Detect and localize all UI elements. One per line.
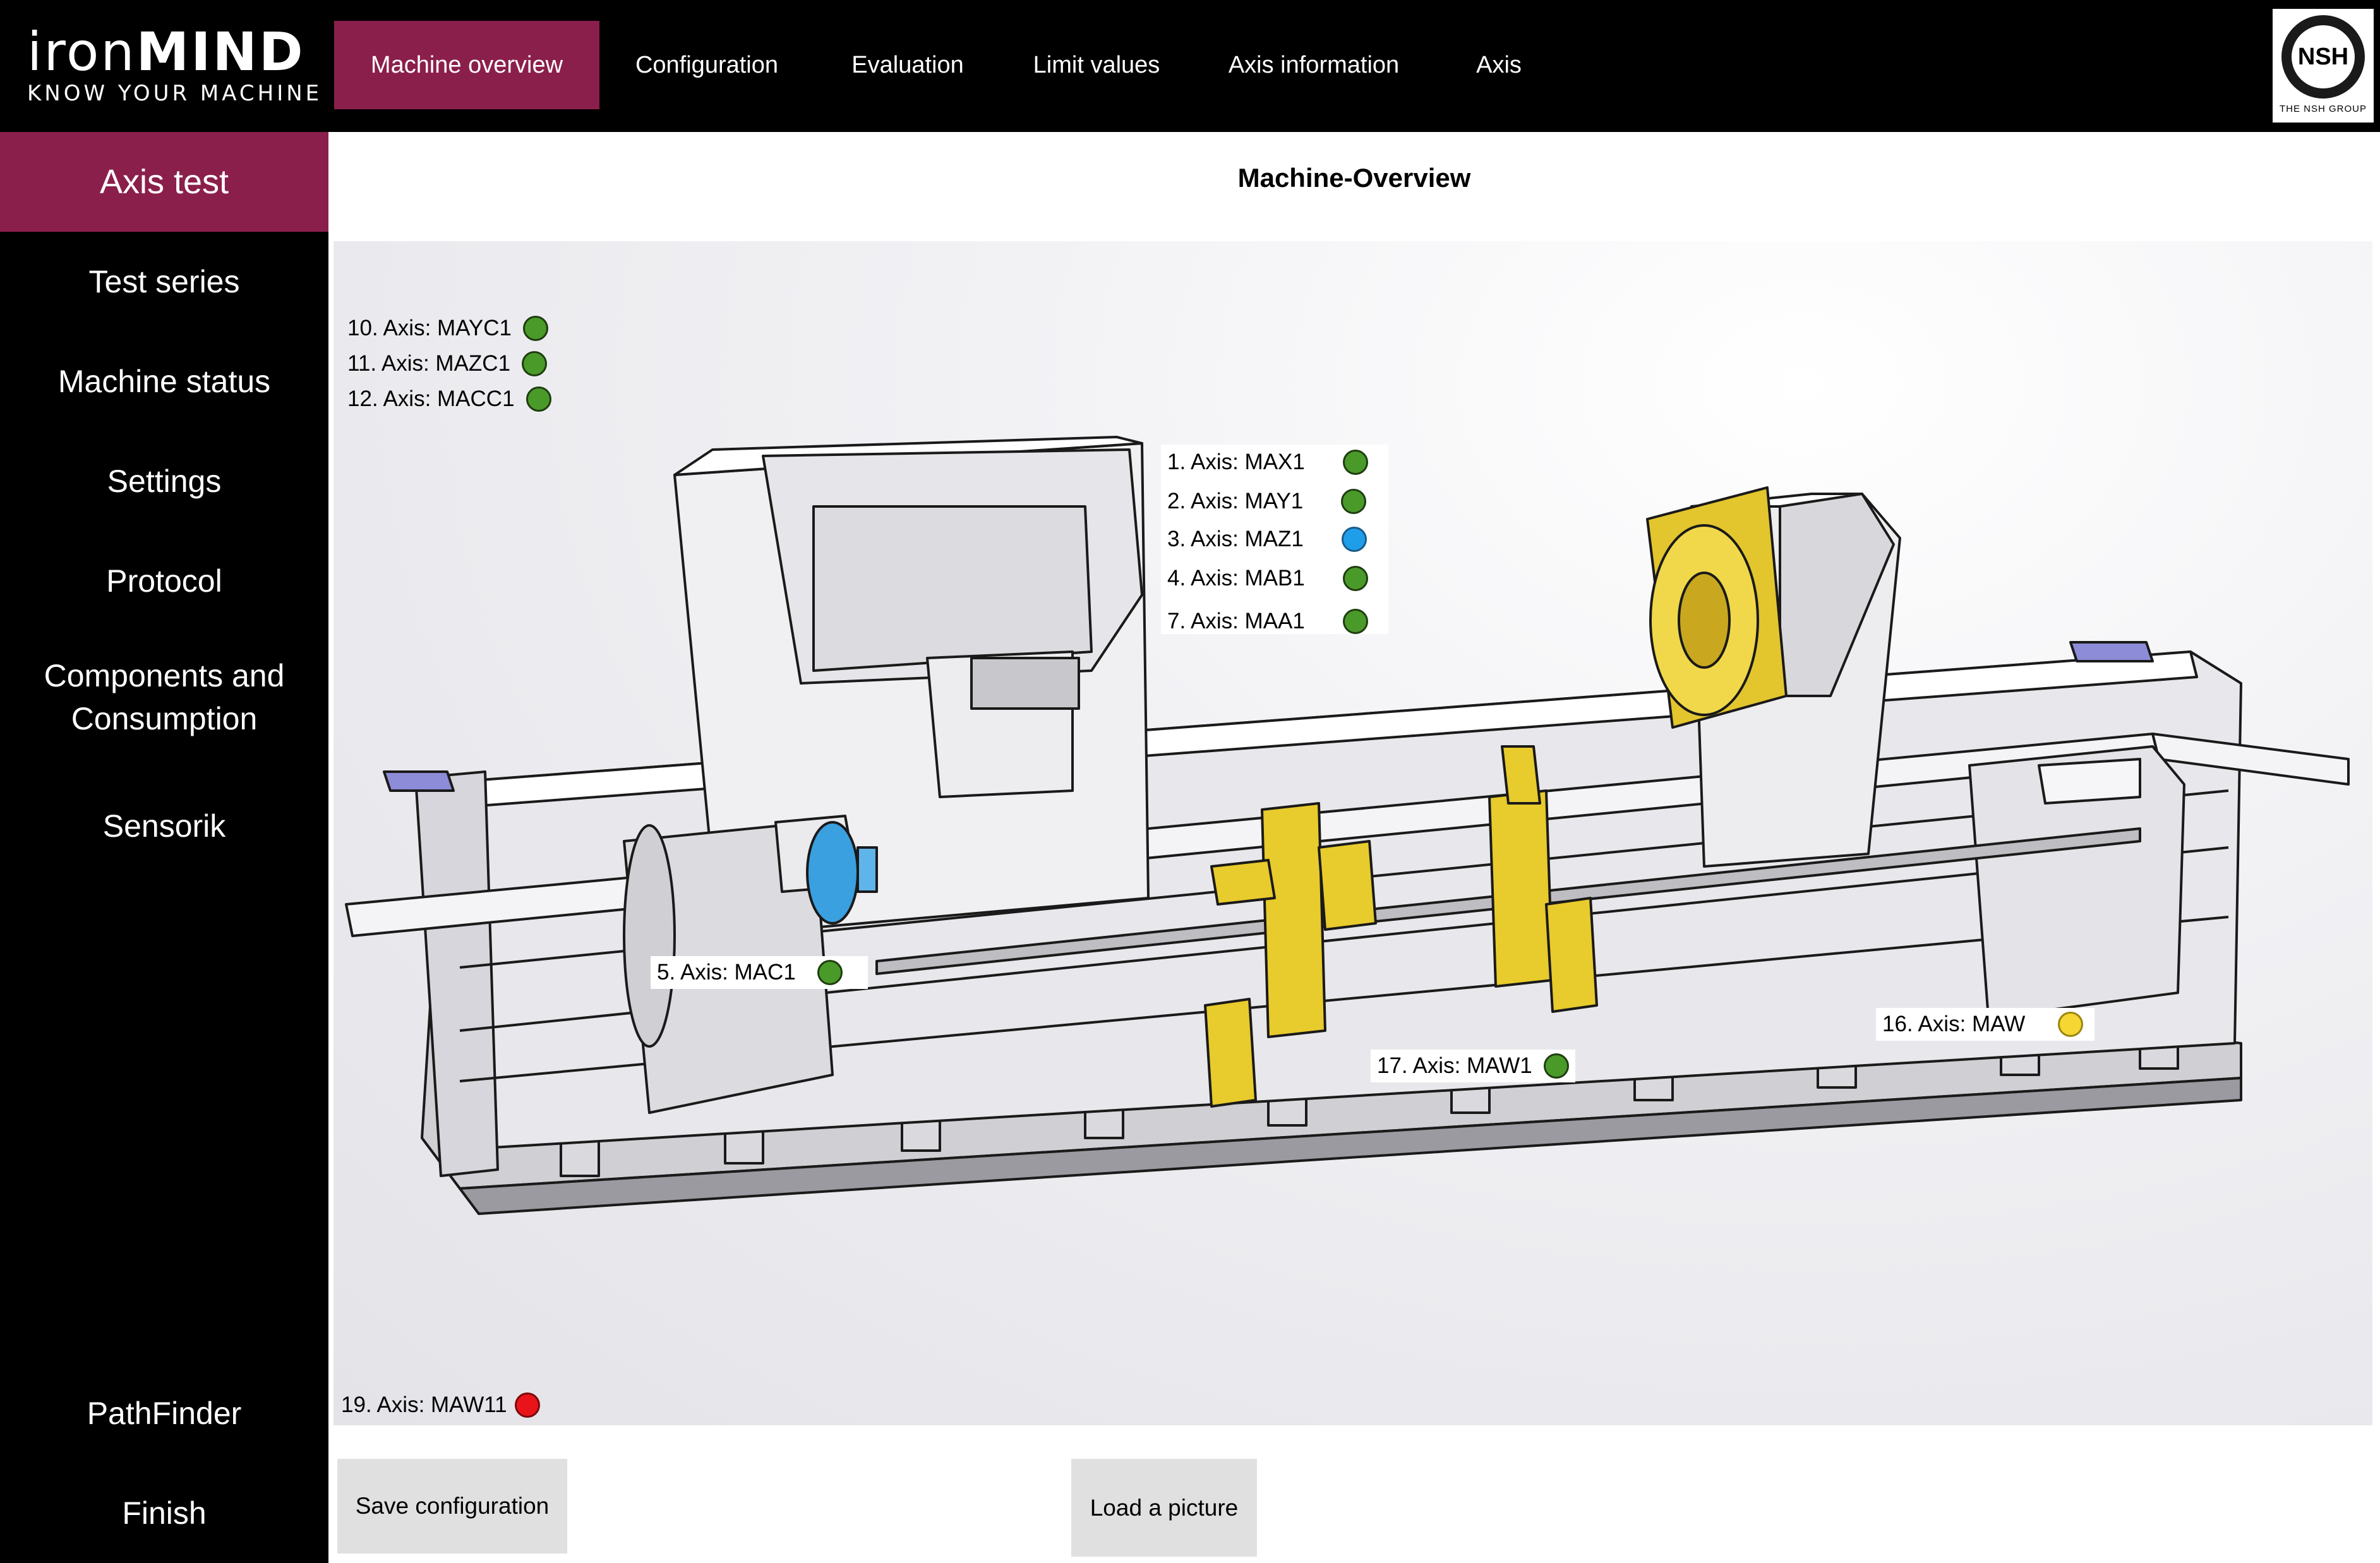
axis-label-text: 10. Axis: MAYC1 [347,316,512,340]
axis-label-text: 1. Axis: MAX1 [1167,450,1305,474]
sidebar-item-finish[interactable]: Finish [0,1463,328,1563]
sidebar-item-pathfinder[interactable]: PathFinder [0,1363,328,1463]
chuck [806,821,859,925]
axis-label-max1[interactable]: 1. Axis: MAX1 [1167,450,1368,475]
tab-axis[interactable]: Axis [1436,21,1562,109]
status-dot-ok [1342,566,1368,591]
axis-label-text: 16. Axis: MAW [1882,1012,2026,1036]
axis-label-text: 19. Axis: MAW11 [341,1392,507,1417]
status-dot-error [514,1392,540,1418]
tab-limit-values[interactable]: Limit values [1001,21,1192,109]
sidebar-item-components-consumption[interactable]: Components and Consumption [0,644,328,751]
axis-label-text: 4. Axis: MAB1 [1167,566,1305,590]
machine-overview-canvas: 10. Axis: MAYC1 11. Axis: MAZC1 12. Axis… [334,241,2372,1425]
axis-label-text: 17. Axis: MAW1 [1377,1053,1532,1078]
status-dot-ok [526,386,551,412]
status-dot-ok [523,316,549,341]
nsh-ring-icon: NSH [2281,15,2365,99]
status-dot-info [1341,527,1367,552]
axis-label-text: 12. Axis: MACC1 [347,386,515,411]
status-dot-ok [522,351,548,376]
axis-label-mazc1[interactable]: 11. Axis: MAZC1 [347,351,548,376]
tab-machine-overview[interactable]: Machine overview [334,21,599,109]
top-bar: ironMIND KNOW YOUR MACHINE Machine overv… [0,0,2380,132]
axis-label-text: 5. Axis: MAC1 [657,960,796,985]
tab-axis-information[interactable]: Axis information [1192,21,1436,109]
status-dot-warning [2058,1012,2084,1037]
axis-label-text: 11. Axis: MAZC1 [347,351,511,376]
axis-label-macc1[interactable]: 12. Axis: MACC1 [347,386,551,412]
tab-evaluation[interactable]: Evaluation [814,21,1001,109]
axis-label-text: 3. Axis: MAZ1 [1167,527,1304,551]
ironmind-logo: ironMIND KNOW YOUR MACHINE [27,23,322,106]
sidebar-item-test-series[interactable]: Test series [0,232,328,332]
machine-illustration [345,436,2350,1215]
status-dot-ok [1342,609,1368,634]
axis-label-text: 2. Axis: MAY1 [1167,489,1304,513]
sidebar-item-machine-status[interactable]: Machine status [0,332,328,431]
nsh-logo-text: NSH [2289,23,2357,91]
sidebar-item-settings[interactable]: Settings [0,431,328,531]
top-nav: Machine overview Configuration Evaluatio… [334,21,1562,109]
status-dot-ok [1543,1053,1569,1079]
axis-label-text: 7. Axis: MAA1 [1167,609,1305,633]
tab-configuration[interactable]: Configuration [599,21,814,109]
status-dot-ok [1341,489,1367,514]
page-title: Machine-Overview [1237,163,1471,193]
axis-label-may1[interactable]: 2. Axis: MAY1 [1167,489,1367,514]
sidebar: Axis test Test series Machine status Set… [0,132,328,1563]
save-configuration-button[interactable]: Save configuration [337,1459,567,1554]
axis-label-maw[interactable]: 16. Axis: MAW [1876,1008,2095,1041]
axis-label-mayc1[interactable]: 10. Axis: MAYC1 [347,316,549,341]
sidebar-item-protocol[interactable]: Protocol [0,531,328,631]
status-dot-ok [1342,450,1368,475]
sidebar-item-sensorik[interactable]: Sensorik [0,776,328,876]
logo-tagline: KNOW YOUR MACHINE [27,81,323,106]
axis-label-maz1[interactable]: 3. Axis: MAZ1 [1167,527,1367,552]
axis-label-mab1[interactable]: 4. Axis: MAB1 [1167,566,1368,591]
nsh-tagline: THE NSH GROUP [2279,104,2367,114]
status-dot-ok [817,960,843,985]
axis-label-mac1[interactable]: 5. Axis: MAC1 [651,956,868,989]
nsh-group-logo: NSH THE NSH GROUP [2273,9,2374,123]
axis-label-maw11[interactable]: 19. Axis: MAW11 [341,1392,540,1418]
axis-label-maw1[interactable]: 17. Axis: MAW1 [1371,1050,1575,1082]
axis-label-maa1[interactable]: 7. Axis: MAA1 [1167,609,1368,634]
sidebar-item-axis-test[interactable]: Axis test [0,132,328,232]
logo-wordmark: ironMIND [27,21,305,83]
load-picture-button[interactable]: Load a picture [1071,1459,1257,1557]
